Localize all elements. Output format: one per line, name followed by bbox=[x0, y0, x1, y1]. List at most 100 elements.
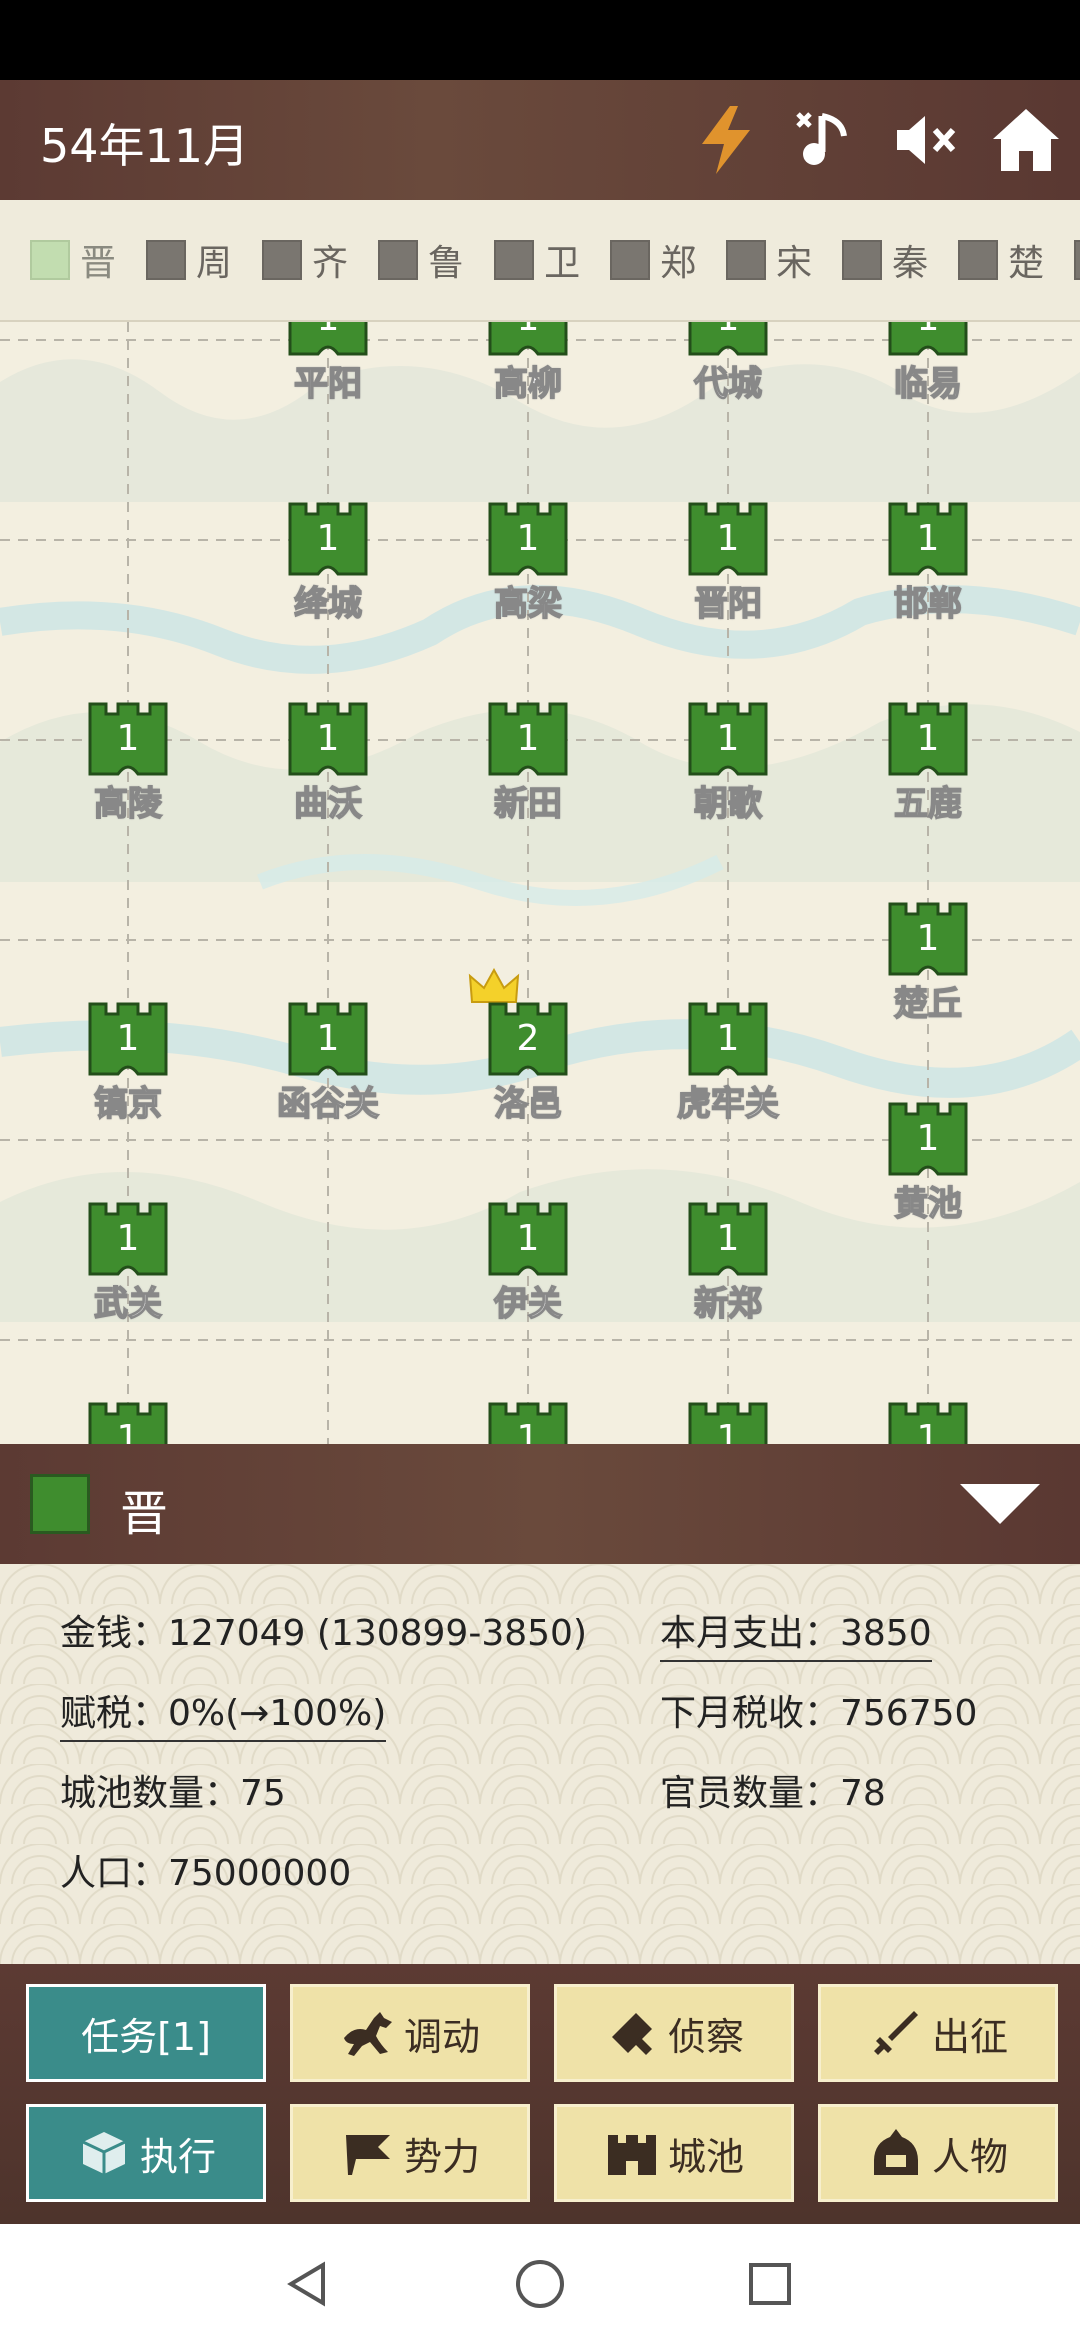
faction-item[interactable]: 齐 bbox=[262, 234, 348, 286]
execute-label: 执行 bbox=[139, 2134, 216, 2179]
faction-stats: 金钱：127049 (130899-3850) 本月支出：3850 赋税：0%(… bbox=[0, 1564, 1080, 1964]
city-marker[interactable]: 1 平阳 bbox=[248, 322, 408, 405]
lightning-icon[interactable] bbox=[688, 102, 764, 178]
city-count: 1 bbox=[316, 1018, 340, 1059]
faction-swatch bbox=[958, 240, 999, 280]
city-count: 1 bbox=[916, 918, 940, 959]
horse-icon bbox=[340, 2005, 396, 2061]
city-count: 1 bbox=[488, 322, 568, 339]
city-marker[interactable]: 1 bbox=[448, 1398, 608, 1444]
city-marker[interactable]: 1 代城 bbox=[648, 322, 808, 405]
money-stat: 金钱：127049 (130899-3850) bbox=[60, 1613, 587, 1654]
execute-button[interactable]: 执行 bbox=[26, 2104, 266, 2202]
faction-item[interactable]: 鲁 bbox=[378, 234, 464, 286]
tasks-label: 任务[1] bbox=[81, 2014, 211, 2059]
spyglass-icon bbox=[604, 2005, 660, 2061]
faction-item[interactable]: 秦 bbox=[842, 234, 928, 286]
faction-item[interactable]: 卫 bbox=[494, 234, 580, 286]
city-marker[interactable]: 1 晋阳 bbox=[648, 498, 808, 625]
faction-swatch bbox=[378, 240, 419, 280]
monthly-expense-stat[interactable]: 本月支出：3850 bbox=[660, 1604, 932, 1662]
city-marker-capital[interactable]: 2 洛邑 bbox=[448, 968, 608, 1125]
forces-button[interactable]: 势力 bbox=[290, 2104, 530, 2202]
city-count: 1 bbox=[716, 1218, 740, 1259]
city-count: 1 bbox=[516, 518, 540, 559]
city-count: 1 bbox=[116, 1018, 140, 1059]
city-marker[interactable]: 1 虎牢关 bbox=[648, 998, 808, 1125]
recents-square-icon[interactable] bbox=[740, 2254, 800, 2314]
world-map[interactable]: 1 平阳 1 高柳 1 代城 1 临易 1 绛城 1 高梁 1 晋阳 1 邯郸 bbox=[0, 322, 1080, 1444]
home-icon[interactable] bbox=[988, 102, 1064, 178]
city-name: 楚丘 bbox=[893, 983, 963, 1025]
city-name: 新郑 bbox=[693, 1283, 763, 1325]
city-count: 1 bbox=[916, 518, 940, 559]
city-marker[interactable]: 1 绛城 bbox=[248, 498, 408, 625]
faction-swatch bbox=[842, 240, 883, 280]
city-count: 1 bbox=[116, 718, 140, 759]
faction-item[interactable]: 周 bbox=[146, 234, 232, 286]
city-marker[interactable]: 1 镐京 bbox=[48, 998, 208, 1125]
city-marker[interactable]: 1 bbox=[48, 1398, 208, 1444]
city-count: 1 bbox=[288, 322, 368, 339]
city-count: 1 bbox=[116, 1218, 140, 1259]
campaign-button[interactable]: 出征 bbox=[818, 1984, 1058, 2082]
city-count: 1 bbox=[316, 518, 340, 559]
deploy-button[interactable]: 调动 bbox=[290, 1984, 530, 2082]
city-marker[interactable]: 1 黄池 bbox=[848, 1098, 1008, 1225]
faction-label: 晋 bbox=[80, 243, 117, 284]
faction-panel-header[interactable]: 晋 bbox=[0, 1444, 1080, 1564]
city-marker[interactable]: 1 临易 bbox=[848, 322, 1008, 405]
city-name: 绛城 bbox=[293, 583, 363, 625]
music-off-icon[interactable] bbox=[788, 102, 864, 178]
city-marker[interactable]: 1 bbox=[848, 1398, 1008, 1444]
faction-item[interactable]: 晋 bbox=[30, 234, 116, 286]
faction-item[interactable]: 宋 bbox=[726, 234, 812, 286]
tax-stat[interactable]: 赋税：0%(→100%) bbox=[60, 1684, 387, 1742]
flag-icon bbox=[340, 2125, 396, 2181]
city-marker[interactable]: 1 新田 bbox=[448, 698, 608, 825]
forces-label: 势力 bbox=[403, 2134, 480, 2179]
city-marker[interactable]: 1 高梁 bbox=[448, 498, 608, 625]
faction-item[interactable]: 楚 bbox=[958, 234, 1044, 286]
city-marker[interactable]: 1 bbox=[648, 1398, 808, 1444]
city-name: 邯郸 bbox=[893, 583, 963, 625]
characters-button[interactable]: 人物 bbox=[818, 2104, 1058, 2202]
faction-label: 秦 bbox=[892, 243, 929, 284]
city-name: 高梁 bbox=[493, 583, 563, 625]
faction-item[interactable]: 吴 bbox=[1074, 234, 1080, 286]
city-marker[interactable]: 1 高陵 bbox=[48, 698, 208, 825]
scout-button[interactable]: 侦察 bbox=[554, 1984, 794, 2082]
home-circle-icon[interactable] bbox=[510, 2254, 570, 2314]
back-icon[interactable] bbox=[278, 2254, 338, 2314]
city-marker[interactable]: 1 伊关 bbox=[448, 1198, 608, 1325]
collapse-triangle-icon[interactable] bbox=[960, 1484, 1040, 1524]
speaker-mute-icon[interactable] bbox=[888, 102, 964, 178]
city-marker[interactable]: 1 函谷关 bbox=[248, 998, 408, 1125]
city-count: 1 bbox=[516, 718, 540, 759]
city-count-stat: 城池数量：75 bbox=[60, 1773, 286, 1814]
city-name: 洛邑 bbox=[493, 1083, 563, 1125]
city-marker[interactable]: 1 高柳 bbox=[448, 322, 608, 405]
faction-swatch bbox=[146, 240, 187, 280]
campaign-label: 出征 bbox=[931, 2014, 1008, 2059]
city-marker[interactable]: 1 楚丘 bbox=[848, 898, 1008, 1025]
tasks-button[interactable]: 任务[1] bbox=[26, 1984, 266, 2082]
city-marker[interactable]: 1 武关 bbox=[48, 1198, 208, 1325]
city-marker[interactable]: 1 五鹿 bbox=[848, 698, 1008, 825]
cities-button[interactable]: 城池 bbox=[554, 2104, 794, 2202]
officer-count-stat: 官员数量：78 bbox=[660, 1773, 886, 1814]
city-marker[interactable]: 1 朝歌 bbox=[648, 698, 808, 825]
city-marker[interactable]: 1 邯郸 bbox=[848, 498, 1008, 625]
faction-item[interactable]: 郑 bbox=[610, 234, 696, 286]
faction-label: 鲁 bbox=[428, 243, 465, 284]
city-count: 2 bbox=[516, 1018, 540, 1059]
city-marker[interactable]: 1 新郑 bbox=[648, 1198, 808, 1325]
characters-label: 人物 bbox=[931, 2134, 1008, 2179]
city-count: 1 bbox=[316, 718, 340, 759]
cube-icon bbox=[76, 2125, 132, 2181]
city-name: 镐京 bbox=[93, 1083, 163, 1125]
faction-swatch bbox=[494, 240, 535, 280]
top-bar: 54年11月 bbox=[0, 80, 1080, 200]
city-name: 高陵 bbox=[93, 783, 163, 825]
city-marker[interactable]: 1 曲沃 bbox=[248, 698, 408, 825]
